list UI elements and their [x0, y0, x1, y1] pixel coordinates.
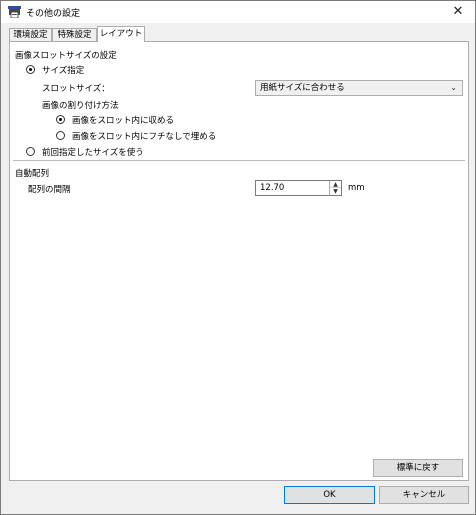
tab-environment-label: 環境設定	[13, 30, 48, 40]
close-icon: ✕	[452, 4, 464, 19]
tab-layout[interactable]: レイアウト	[97, 26, 145, 42]
use-previous-size-radio-button[interactable]	[26, 147, 35, 156]
cancel-button[interactable]: キャンセル	[379, 486, 469, 504]
spacing-label: 配列の間隔	[28, 185, 71, 195]
assign-method-label: 画像の割り付け方法	[42, 101, 119, 111]
chevron-down-icon: ⌄	[450, 83, 457, 92]
fit-in-slot-radio-button[interactable]	[56, 115, 65, 124]
spacing-input[interactable]: 12.70	[260, 183, 284, 193]
tab-environment[interactable]: 環境設定	[9, 28, 52, 42]
close-button[interactable]: ✕	[441, 1, 475, 23]
section-divider	[13, 160, 465, 161]
ok-label: OK	[323, 490, 336, 500]
spacing-stepper-arrows: ▲ ▼	[329, 181, 341, 195]
ok-button[interactable]: OK	[284, 486, 375, 504]
reset-defaults-label: 標準に戻す	[396, 463, 440, 473]
layout-panel: 画像スロットサイズの設定 サイズ指定 スロットサイズ： 用紙サイズに合わせる ⌄…	[9, 41, 469, 481]
stepper-up-icon[interactable]: ▲	[330, 181, 341, 188]
cancel-label: キャンセル	[402, 490, 446, 500]
printer-settings-icon	[8, 6, 21, 18]
stepper-down-icon[interactable]: ▼	[330, 188, 341, 195]
slot-size-value: 用紙サイズに合わせる	[260, 83, 345, 93]
tab-special[interactable]: 特殊設定	[52, 28, 97, 42]
slot-size-dropdown[interactable]: 用紙サイズに合わせる ⌄	[255, 80, 463, 96]
tab-layout-label: レイアウト	[99, 29, 143, 39]
slot-size-label: スロットサイズ：	[42, 84, 110, 94]
tab-special-label: 特殊設定	[57, 30, 92, 40]
auto-arrange-label: 自動配列	[15, 169, 50, 179]
use-previous-size-label: 前回指定したサイズを使う	[42, 148, 144, 158]
settings-dialog: その他の設定 ✕ 環境設定 特殊設定 レイアウト 画像スロットサイズの設定 サイ…	[0, 0, 476, 515]
window-title: その他の設定	[26, 9, 81, 19]
fit-in-slot-label: 画像をスロット内に収める	[72, 116, 175, 126]
slot-size-section-label: 画像スロットサイズの設定	[15, 51, 117, 61]
reset-defaults-button[interactable]: 標準に戻す	[373, 459, 463, 477]
fill-slot-label: 画像をスロット内にフチなしで埋める	[72, 132, 217, 142]
size-specify-radio-button[interactable]	[26, 65, 35, 74]
fill-slot-radio-button[interactable]	[56, 131, 65, 140]
spacing-unit: mm	[348, 183, 365, 193]
title-bar: その他の設定 ✕	[1, 1, 475, 23]
size-specify-label: サイズ指定	[42, 66, 85, 76]
spacing-stepper[interactable]: 12.70 ▲ ▼	[255, 180, 342, 196]
